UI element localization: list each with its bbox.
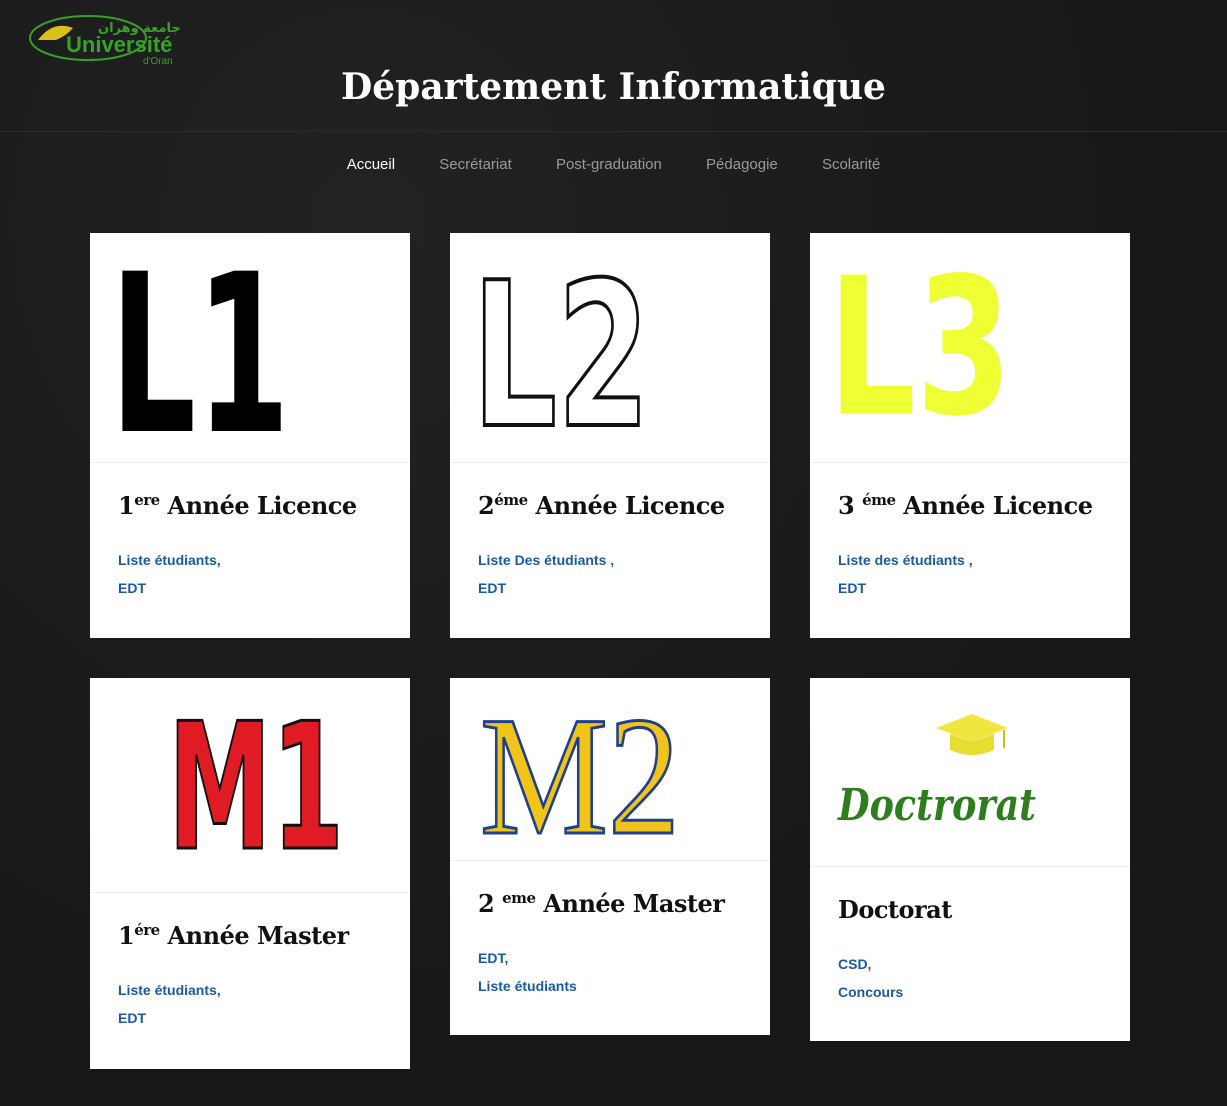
card-title-doctorat: Doctorat (838, 895, 952, 924)
card-title-l3: 3 éme Année Licence (838, 491, 1093, 520)
card-title-m1: 1ére Année Master (118, 921, 349, 950)
card-image-m2[interactable]: M2 (450, 678, 770, 861)
page-title: Département Informatique (341, 66, 886, 108)
l3-image: L3 (828, 237, 1012, 458)
svg-text:L2: L2 (472, 240, 650, 463)
link-liste-etudiants[interactable]: Liste étudiants, (118, 976, 382, 1004)
site-header: جامعة وهران Université d'Oran Départemen… (0, 0, 1227, 132)
main-nav: Accueil Secrétariat Post-graduation Péda… (0, 156, 1227, 173)
card-image-l2[interactable]: L2 (450, 233, 770, 463)
nav-item-scolarite[interactable]: Scolarité (822, 156, 880, 173)
graduation-cap-icon (936, 714, 1008, 755)
nav-item-secretariat[interactable]: Secrétariat (439, 156, 512, 173)
university-logo[interactable]: جامعة وهران Université d'Oran (28, 10, 198, 68)
link-liste-etudiants[interactable]: Liste Des étudiants , (478, 546, 742, 574)
link-csd[interactable]: CSD, (838, 950, 1102, 978)
link-liste-etudiants[interactable]: Liste étudiants, (118, 546, 382, 574)
card-image-doctorat[interactable]: Doctrorat (810, 678, 1130, 867)
logo-main-text: Université (66, 32, 172, 57)
l2-image: L2 (470, 238, 652, 463)
link-edt[interactable]: EDT (118, 574, 382, 602)
card-image-l3[interactable]: L3 (810, 233, 1130, 463)
card-title-l1: 1ere Année Licence (118, 491, 357, 520)
m1-image: M1 (167, 686, 346, 892)
card-m1: M1 1ére Année Master Liste étudiants, ED… (90, 678, 410, 1069)
card-image-m1[interactable]: M1 (90, 678, 410, 893)
card-title-m2: 2 eme Année Master (478, 889, 725, 918)
link-liste-etudiants[interactable]: Liste des étudiants , (838, 546, 1102, 574)
card-title-l2: 2éme Année Licence (478, 491, 725, 520)
link-liste-etudiants[interactable]: Liste étudiants (478, 972, 742, 1000)
nav-item-accueil[interactable]: Accueil (347, 156, 395, 173)
m2-image: M2 (479, 681, 682, 861)
doctorat-image: Doctrorat (836, 714, 1036, 831)
card-doctorat: Doctrorat Doctorat CSD, Concours (810, 678, 1130, 1041)
card-m2: M2 2 eme Année Master EDT, Liste étudian… (450, 678, 770, 1035)
l1-image: L1 (110, 233, 290, 463)
logo-graphic: جامعة وهران Université d'Oran (29, 15, 181, 67)
svg-text:M1: M1 (168, 687, 344, 890)
svg-text:M2: M2 (480, 682, 680, 861)
link-edt[interactable]: EDT (838, 574, 1102, 602)
link-edt[interactable]: EDT (478, 574, 742, 602)
nav-item-post-graduation[interactable]: Post-graduation (556, 156, 662, 173)
card-l3: L3 3 éme Année Licence Liste des étudian… (810, 233, 1130, 638)
card-l1: L1 1ere Année Licence Liste étudiants, E… (90, 233, 410, 638)
link-edt[interactable]: EDT (118, 1004, 382, 1032)
svg-text:L1: L1 (110, 233, 290, 463)
link-edt[interactable]: EDT, (478, 944, 742, 972)
card-image-l1[interactable]: L1 (90, 233, 410, 463)
card-l2: L2 2éme Année Licence Liste Des étudiant… (450, 233, 770, 638)
nav-item-pedagogie[interactable]: Pédagogie (706, 156, 778, 173)
svg-text:L3: L3 (828, 237, 1012, 458)
svg-text:Doctrorat: Doctrorat (836, 780, 1036, 831)
link-concours[interactable]: Concours (838, 978, 1102, 1006)
